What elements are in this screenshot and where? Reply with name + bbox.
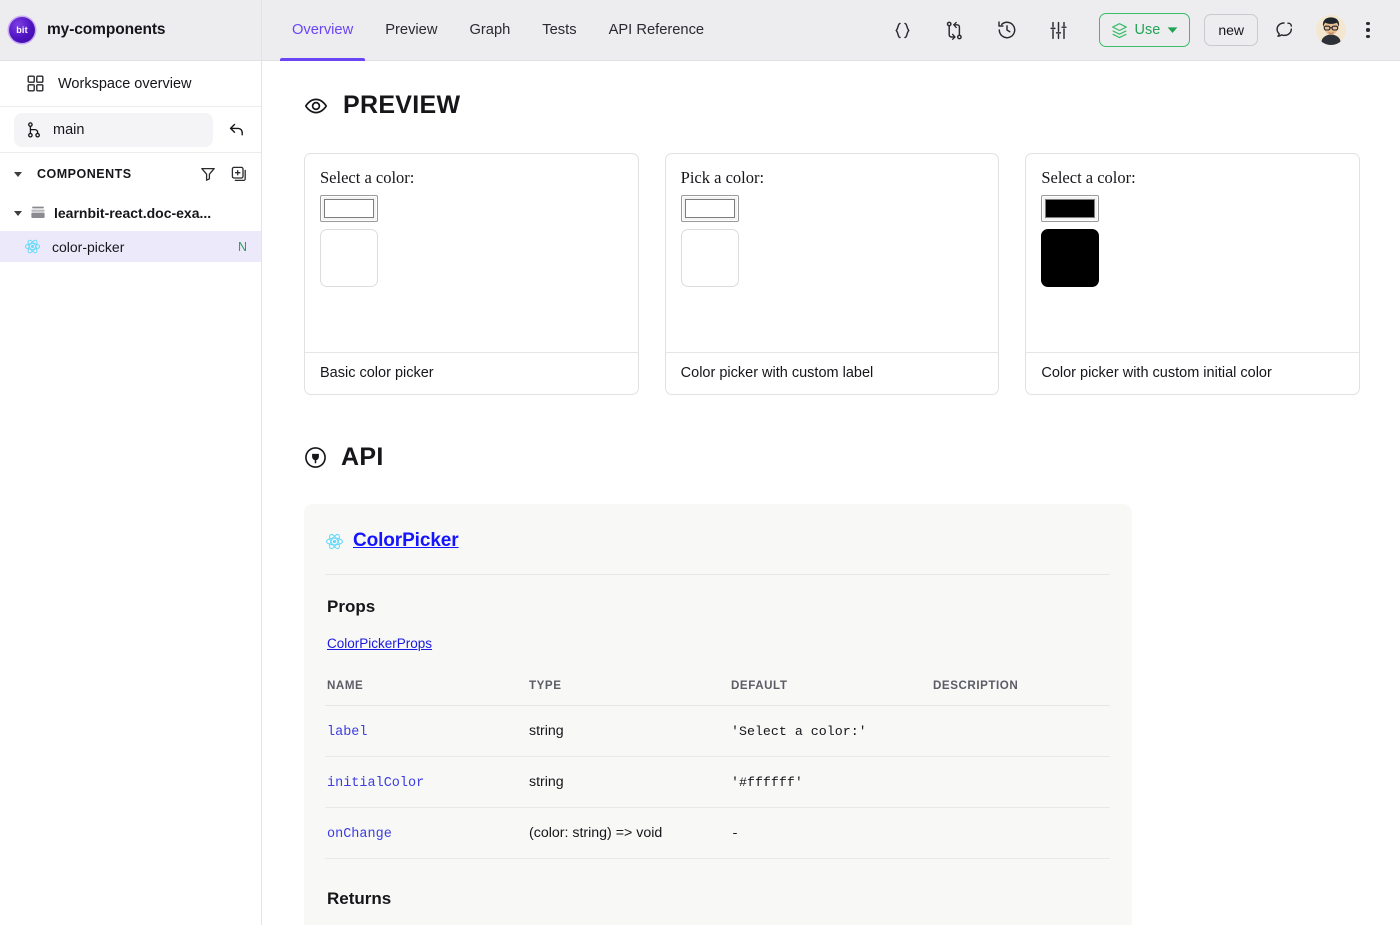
branch-icon [27,121,41,138]
api-component-link[interactable]: ColorPicker [353,530,459,552]
app-root: bit my-components Workspace overview mai… [0,0,1400,925]
prop-default: - [731,826,739,841]
prop-default: 'Select a color:' [731,724,867,739]
preview-card: Select a color: Basic color picker [304,153,639,395]
tab-tests[interactable]: Tests [526,0,592,61]
use-button-label: Use [1134,22,1161,38]
props-heading: Props [327,597,376,616]
avatar[interactable] [1316,15,1346,45]
tab-bar: Overview Preview Graph Tests API Referen… [262,0,720,61]
history-icon[interactable] [981,8,1033,52]
feedback-icon[interactable] [1258,8,1310,52]
props-type-link[interactable]: ColorPickerProps [327,636,432,651]
grid-icon [27,75,44,92]
bit-logo-text: bit [16,25,28,35]
scope-name: learnbit-react.doc-exa... [54,205,212,221]
api-card: ColorPicker Props ColorPickerProps NAME … [304,504,1132,925]
filter-icon[interactable] [196,162,220,186]
tab-graph[interactable]: Graph [453,0,526,61]
api-section-title: API [341,443,384,471]
color-input[interactable] [320,195,378,222]
prop-default: '#ffffff' [731,775,803,790]
branch-name: main [53,121,85,138]
collapse-components-icon[interactable] [6,162,30,186]
table-row: label string 'Select a color:' [325,705,1110,757]
preview-card-caption: Color picker with custom label [665,352,999,394]
preview-card-body: Select a color: [1026,154,1359,352]
topbar-actions: Use new [877,8,1400,52]
package-icon [1111,22,1128,39]
main-area: Overview Preview Graph Tests API Referen… [262,0,1400,925]
workspace-header: bit my-components [0,0,261,61]
tab-preview[interactable]: Preview [369,0,453,61]
workspace-name: my-components [47,21,166,38]
add-component-icon[interactable] [227,162,251,186]
chevron-down-icon [14,210,22,216]
eye-icon [304,94,328,118]
color-input[interactable] [1041,195,1100,222]
column-header-description: DESCRIPTION [931,679,1110,706]
preview-card-body: Pick a color: [666,154,999,352]
preview-card: Select a color: Color picker with custom… [1025,153,1361,395]
new-button[interactable]: new [1204,14,1258,46]
color-swatch-preview [680,229,739,287]
react-icon [24,238,41,255]
table-row: onChange (color: string) => void - [325,807,1110,859]
table-row: initialColor string '#ffffff' [325,756,1110,808]
component-status-badge: N [237,239,247,254]
preview-card-caption: Color picker with custom initial color [1026,352,1360,394]
api-section-header: API [304,443,1360,472]
branch-selector[interactable]: main [14,112,213,147]
preview-card-body: Select a color: [305,154,638,352]
tab-api-reference[interactable]: API Reference [593,0,721,61]
props-table: NAME TYPE DEFAULT DESCRIPTION label stri… [325,679,1110,859]
preview-section-title: PREVIEW [343,91,461,119]
color-picker-label: Select a color: [320,168,415,187]
prop-name[interactable]: initialColor [327,776,424,791]
column-header-name: NAME [325,679,527,706]
color-swatch-preview [1041,229,1100,287]
preview-card: Pick a color: Color picker with custom l… [664,153,1000,395]
more-options-icon[interactable] [1350,10,1386,50]
api-component-title-row: ColorPicker [325,530,1110,575]
prop-type: string [529,774,564,790]
prop-type: (color: string) => void [529,825,663,841]
plug-icon [304,446,327,469]
sliders-icon[interactable] [1033,8,1085,52]
topbar: Overview Preview Graph Tests API Referen… [262,0,1400,61]
scope-icon [30,205,46,221]
props-table-header-row: NAME TYPE DEFAULT DESCRIPTION [325,679,1110,706]
color-picker-label: Select a color: [1041,168,1136,187]
use-button[interactable]: Use [1098,13,1191,47]
code-braces-icon[interactable] [877,8,929,52]
branch-row: main [0,107,261,153]
content-scroll-area: PREVIEW Select a color: Basic color pick… [262,61,1400,925]
sidebar-item-color-picker[interactable]: color-picker N [0,231,261,262]
preview-card-caption: Basic color picker [305,352,638,394]
components-section-header: COMPONENTS [0,153,261,195]
react-icon [325,532,344,551]
color-swatch-preview [320,229,378,287]
components-title: COMPONENTS [37,167,132,181]
compare-branches-icon[interactable] [929,8,981,52]
column-header-default: DEFAULT [729,679,931,706]
sidebar-scope-row[interactable]: learnbit-react.doc-exa... [0,195,261,231]
returns-heading: Returns [327,889,392,908]
preview-cards: Select a color: Basic color picker Pick … [304,153,1361,395]
color-input[interactable] [680,195,739,222]
prop-name[interactable]: onChange [327,827,392,842]
prop-type: string [529,723,564,739]
sidebar: bit my-components Workspace overview mai… [0,0,262,925]
sidebar-item-workspace-overview[interactable]: Workspace overview [0,61,261,107]
bit-logo-icon: bit [9,17,35,43]
workspace-overview-label: Workspace overview [58,75,192,92]
prop-name[interactable]: label [327,725,368,740]
back-arrow-icon[interactable] [219,113,253,147]
color-picker-label: Pick a color: [680,168,765,187]
component-name: color-picker [52,238,125,255]
tab-overview[interactable]: Overview [276,0,369,61]
column-header-type: TYPE [527,679,729,706]
preview-section-header: PREVIEW [304,91,1360,120]
chevron-down-icon [1167,26,1178,34]
